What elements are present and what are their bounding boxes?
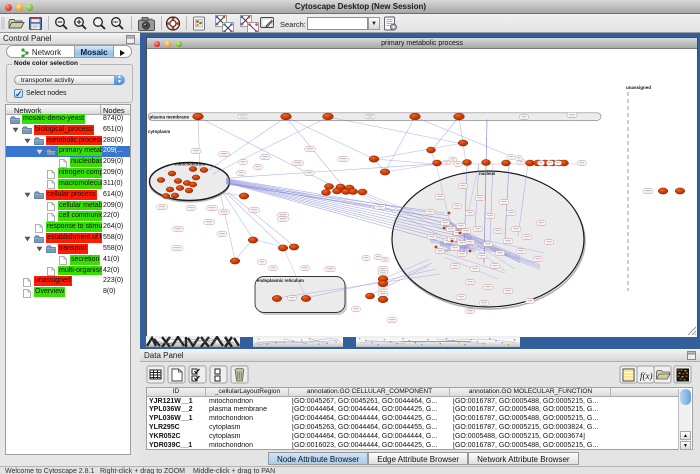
svg-text:plasma membrane: plasma membrane [150, 115, 190, 120]
svg-text:f(x): f(x) [640, 371, 653, 381]
svg-text:endoplasmic reticulum: endoplasmic reticulum [257, 278, 304, 283]
svg-text:nucleus: nucleus [479, 171, 496, 176]
svg-text:cytoplasm: cytoplasm [148, 129, 170, 134]
svg-text:mitochondrion: mitochondrion [175, 162, 205, 167]
svg-text:unassigned: unassigned [626, 85, 651, 90]
